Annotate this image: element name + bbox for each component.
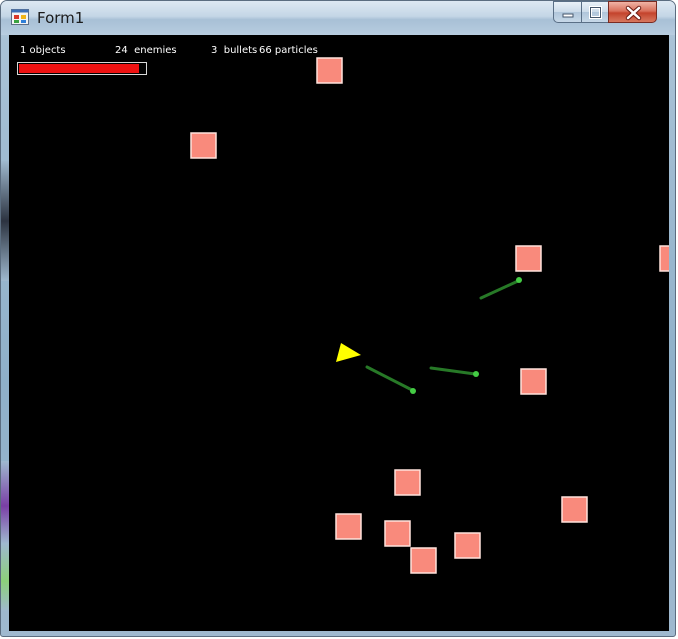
enemy-square xyxy=(316,57,343,84)
window-title: Form1 xyxy=(37,9,85,27)
enemy-square xyxy=(454,532,481,559)
enemy-square xyxy=(410,547,437,574)
game-scene xyxy=(190,57,669,574)
close-button[interactable] xyxy=(608,1,657,23)
particles-count: 66 particles xyxy=(259,45,318,56)
enemy-square xyxy=(561,496,588,523)
enemy-square xyxy=(659,245,669,272)
enemy-square xyxy=(515,245,542,272)
game-canvas[interactable]: 1 objects 24 enemies 3 bullets 66 partic… xyxy=(9,35,669,631)
enemy-square xyxy=(384,520,411,547)
health-bar-fill xyxy=(19,64,139,73)
bullet xyxy=(479,277,522,300)
maximize-icon xyxy=(589,6,602,19)
enemy-square xyxy=(190,132,217,159)
objects-count: 1 objects xyxy=(20,45,66,56)
enemy-square xyxy=(520,368,547,395)
enemies-count: 24 enemies xyxy=(115,45,177,56)
player-ship xyxy=(336,343,361,362)
app-icon xyxy=(11,9,29,25)
minimize-icon xyxy=(562,13,574,18)
title-bar[interactable]: Form1 xyxy=(1,1,675,35)
enemy-square xyxy=(394,469,421,496)
close-icon xyxy=(625,5,642,21)
minimize-button[interactable] xyxy=(553,1,581,23)
health-bar xyxy=(17,62,147,75)
enemy-square xyxy=(335,513,362,540)
window-edge-left xyxy=(1,161,9,281)
window-edge-left-lower xyxy=(1,461,9,611)
bullet xyxy=(365,365,416,394)
bullets-count: 3 bullets xyxy=(211,45,258,56)
maximize-button[interactable] xyxy=(581,1,608,23)
app-window: Form1 1 objects 24 enemies 3 bullets 66 … xyxy=(0,0,676,637)
bullet xyxy=(429,366,479,377)
